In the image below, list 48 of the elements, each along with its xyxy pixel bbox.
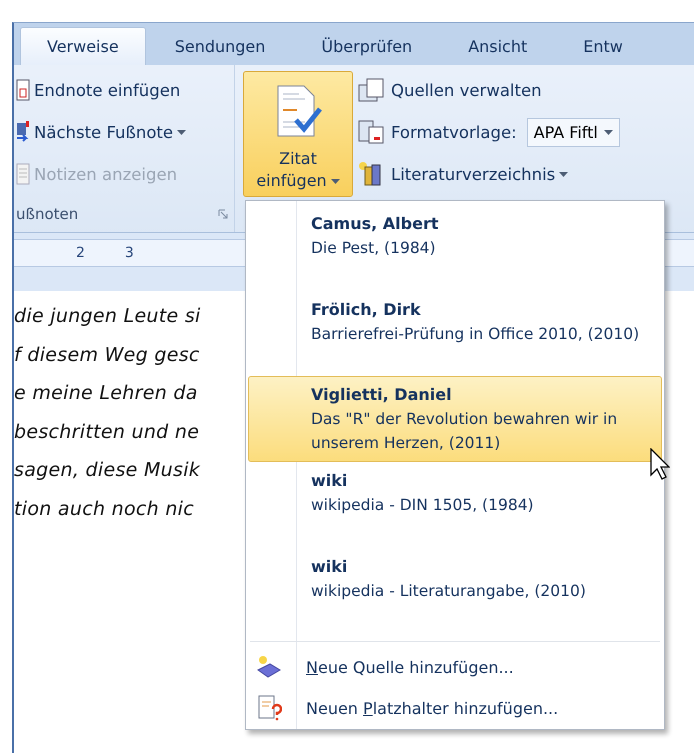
ruler-number: 2 [76,245,85,261]
menu-item[interactable]: Neuen Platzhalter hinzufügen... [246,688,664,729]
manage-sources-button[interactable]: Quellen verwalten [357,69,620,111]
caret-icon [604,130,613,134]
source-item[interactable]: wiki wikipedia - DIN 1505, (1984) [248,462,662,548]
source-author: Frölich, Dirk [311,298,422,321]
book-icon [256,654,282,680]
style-label: Formatvorlage: [391,122,517,142]
document-text: beschritten und ne [14,420,200,444]
document-question-icon [256,695,282,722]
ribbon-tab[interactable]: Entw [556,27,650,65]
ribbon-tab[interactable]: Verweise [20,27,146,65]
ribbon-tab[interactable]: Überprüfen [294,27,440,65]
ribbon-command[interactable]: Endnote einfügen [16,69,228,111]
document-text: e meine Lehren da [14,381,198,406]
ribbon-tab[interactable]: Sendungen [148,27,292,65]
source-title: Das "R" der Revolution bewahren wir in unserem Herzen, (2011) [311,409,618,454]
insert-citation-button[interactable]: Zitat einfügen [243,71,353,197]
source-title: wikipedia - DIN 1505, (1984) [311,495,535,516]
caret-icon [177,130,186,134]
source-title: Barrierefrei-Prüfung in Office 2010, (2010) [311,324,640,345]
source-title: Die Pest, (1984) [311,238,437,259]
ribbon-command[interactable]: Nächste Fußnote [16,111,228,153]
ruler-number: 3 [124,245,134,261]
document-text: sagen, diese Musik [14,458,200,483]
source-author: Camus, Albert [311,212,440,235]
menu-item[interactable]: Neue Quelle hinzufügen... [246,646,664,688]
document-text: tion auch noch nic [14,496,194,522]
caret-icon [330,178,340,184]
source-title: wikipedia - Literaturangabe, (2010) [311,580,587,602]
document-text: f diesem Weg gesc [14,342,200,368]
bibliography-button[interactable]: Literaturverzeichnis [357,153,620,195]
style-dropdown[interactable]: APA Fiftl [526,118,620,146]
source-item[interactable]: Camus, Albert Die Pest, (1984) [248,204,662,291]
group-label: ußnoten [16,205,78,223]
document-text: die jungen Leute si [14,304,201,329]
next-footnote-icon [16,121,30,143]
source-author: Viglietti, Daniel [311,384,453,406]
source-author: wiki [311,556,348,578]
ribbon-tab[interactable]: Ansicht [441,27,554,65]
source-item[interactable]: Frölich, Dirk Barrierefrei-Prüfung in Office 2010, (2010) [248,290,662,376]
caret-icon [559,172,568,176]
source-item[interactable]: wiki wikipedia - Literaturangabe, (2010) [248,548,662,634]
source-author: wiki [311,470,348,492]
page-icon [16,163,30,185]
source-item[interactable]: Viglietti, Daniel Das "R" der Revolution bewahren wir in unserem Herzen, (2011) [248,376,662,462]
dialog-launcher-icon[interactable] [218,209,228,219]
page-icon [16,79,30,101]
